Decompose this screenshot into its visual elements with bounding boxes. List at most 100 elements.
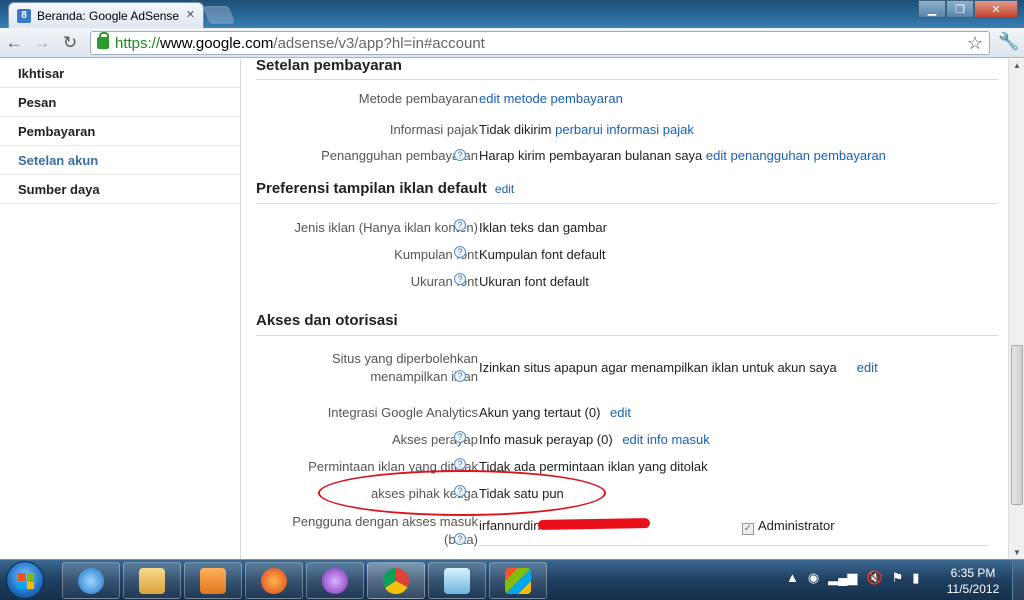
user-email-value: irfannurdin <box>479 518 541 533</box>
edit-ad-prefs-link[interactable]: edit <box>495 182 514 196</box>
help-icon[interactable]: ? <box>454 431 466 443</box>
edit-crawler-login-link[interactable]: edit info masuk <box>622 432 709 447</box>
scrollbar-thumb[interactable] <box>1011 345 1023 505</box>
taskbar-clock[interactable]: 6:35 PM 11/5/2012 <box>938 565 1008 597</box>
clock-date: 11/5/2012 <box>946 582 1000 596</box>
help-icon[interactable]: ? <box>454 219 466 231</box>
users-access-label-line1: Pengguna dengan akses masuk <box>292 514 478 529</box>
taskbar-windows-update[interactable] <box>489 562 547 599</box>
ad-display-prefs-title: Preferensi tampilan iklan default edit <box>256 180 514 197</box>
edit-payment-method-link[interactable]: edit metode pembayaran <box>479 91 623 106</box>
internet-explorer-icon <box>78 567 104 594</box>
url-scheme: https:// <box>115 34 161 52</box>
show-desktop-button[interactable] <box>1012 560 1024 600</box>
sidebar-item-setelan-akun[interactable]: Setelan akun <box>0 146 240 175</box>
taskbar-firefox[interactable] <box>245 562 303 599</box>
taskbar-internet-explorer[interactable] <box>62 562 120 599</box>
sidebar-item-sumber-daya[interactable]: Sumber daya <box>0 175 240 204</box>
forward-arrow-icon[interactable]: → <box>28 33 56 53</box>
administrator-checkbox[interactable]: ✓ <box>742 523 754 535</box>
start-button[interactable] <box>6 561 44 599</box>
new-tab-button[interactable] <box>202 6 236 24</box>
ad-type-value: Iklan teks dan gambar <box>479 220 607 235</box>
minimize-icon[interactable]: ▁ <box>918 0 946 18</box>
scroll-up-icon[interactable]: ▲ <box>1013 61 1021 70</box>
firefox-icon <box>261 567 287 594</box>
payment-settings-title: Setelan pembayaran <box>256 59 402 74</box>
divider <box>256 335 998 336</box>
payment-hold-value: Harap kirim pembayaran bulanan saya <box>479 148 703 163</box>
taskbar-notepad[interactable] <box>428 562 486 599</box>
adsense-favicon-icon: 8 <box>17 8 31 23</box>
sidebar-nav: Ikhtisar Pesan Pembayaran Setelan akun S… <box>0 59 241 559</box>
help-icon[interactable]: ? <box>454 458 466 470</box>
payment-method-label: Metode pembayaran <box>358 91 478 106</box>
taskbar-explorer[interactable] <box>123 562 181 599</box>
help-icon[interactable]: ? <box>454 533 466 545</box>
sidebar-item-pembayaran[interactable]: Pembayaran <box>0 117 240 146</box>
scroll-down-icon[interactable]: ▼ <box>1013 548 1021 557</box>
back-arrow-icon[interactable]: ← <box>0 33 28 53</box>
allowed-sites-value: Izinkan situs apapun agar menampilkan ik… <box>479 360 837 375</box>
yahoo-messenger-icon <box>322 567 348 594</box>
crawler-access-value: Info masuk perayap (0) <box>479 432 613 447</box>
media-player-icon <box>200 567 226 594</box>
administrator-role-label: Administrator <box>758 518 835 533</box>
tab-title: Beranda: Google AdSense <box>37 8 180 23</box>
lock-icon <box>97 32 109 49</box>
maximize-icon[interactable]: ❐ <box>946 0 974 18</box>
redaction-scribble <box>537 518 651 530</box>
divider <box>256 79 998 80</box>
administrator-role: ✓ Administrator <box>742 517 835 535</box>
taskbar-media-player[interactable] <box>184 562 242 599</box>
action-center-flag-icon[interactable]: ⚑ <box>892 570 904 586</box>
divider <box>479 545 989 546</box>
tab-close-icon[interactable]: ✕ <box>186 8 195 21</box>
windows-logo-icon <box>18 573 34 589</box>
reload-icon[interactable]: ↻ <box>56 33 84 53</box>
browser-titlebar: 8 Beranda: Google AdSense ✕ ▁ ❐ ✕ <box>0 0 1024 28</box>
ad-display-prefs-title-text: Preferensi tampilan iklan default <box>256 180 487 197</box>
edit-payment-hold-link[interactable]: edit penangguhan pembayaran <box>706 148 886 163</box>
bookmark-star-icon[interactable]: ☆ <box>967 33 983 54</box>
font-family-value: Kumpulan font default <box>479 247 606 262</box>
address-bar[interactable]: https://www.google.com/adsense/v3/app?hl… <box>90 31 990 55</box>
help-icon[interactable]: ? <box>454 370 466 382</box>
edit-allowed-sites-link[interactable]: edit <box>857 360 878 375</box>
window-controls: ▁ ❐ ✕ <box>918 0 1018 18</box>
clock-time: 6:35 PM <box>950 566 996 580</box>
taskbar-yahoo-messenger[interactable] <box>306 562 364 599</box>
analytics-label: Integrasi Google Analytics <box>327 405 478 420</box>
allowed-sites-label-line1: Situs yang diperbolehkan <box>332 351 478 366</box>
page-scrollbar[interactable]: ▲ ▼ <box>1008 59 1024 559</box>
red-highlight-oval <box>318 470 606 516</box>
sidebar-item-ikhtisar[interactable]: Ikhtisar <box>0 59 240 88</box>
volume-muted-icon[interactable]: 🔇 <box>866 570 882 586</box>
sidebar-item-pesan[interactable]: Pesan <box>0 88 240 117</box>
help-icon[interactable]: ? <box>454 273 466 285</box>
browser-toolbar: ← → ↻ https://www.google.com/adsense/v3/… <box>0 28 1024 58</box>
url-path: /adsense/v3/app?hl=in#account <box>273 34 485 52</box>
taskbar-chrome[interactable] <box>367 562 425 599</box>
font-size-value: Ukuran font default <box>479 274 589 289</box>
browser-tab[interactable]: 8 Beranda: Google AdSense ✕ <box>8 2 204 28</box>
power-icon[interactable]: ▮ <box>912 570 919 586</box>
ad-type-label: Jenis iklan (Hanya iklan konten) <box>294 220 478 235</box>
wrench-menu-icon[interactable]: 🔧 <box>998 32 1019 52</box>
help-icon[interactable]: ? <box>454 149 466 161</box>
network-status-icon[interactable]: ◉ <box>808 570 819 586</box>
windows-shield-icon <box>505 567 531 594</box>
windows-taskbar: ▲ ◉ ▂▄▆ 🔇 ⚑ ▮ 6:35 PM 11/5/2012 <box>0 559 1024 600</box>
notepad-icon <box>444 567 470 594</box>
close-window-icon[interactable]: ✕ <box>974 0 1018 18</box>
help-icon[interactable]: ? <box>454 246 466 258</box>
signal-bars-icon[interactable]: ▂▄▆ <box>828 570 857 586</box>
font-size-label: Ukuran font <box>410 274 478 289</box>
update-tax-info-link[interactable]: perbarui informasi pajak <box>555 122 694 137</box>
tax-info-value: Tidak dikirim <box>479 122 552 137</box>
edit-analytics-link[interactable]: edit <box>610 405 631 420</box>
show-hidden-icons-arrow-icon[interactable]: ▲ <box>786 570 799 586</box>
access-authorization-title: Akses dan otorisasi <box>256 312 398 329</box>
system-tray: ▲ ◉ ▂▄▆ 🔇 ⚑ ▮ <box>786 570 919 586</box>
chrome-icon <box>383 567 409 594</box>
